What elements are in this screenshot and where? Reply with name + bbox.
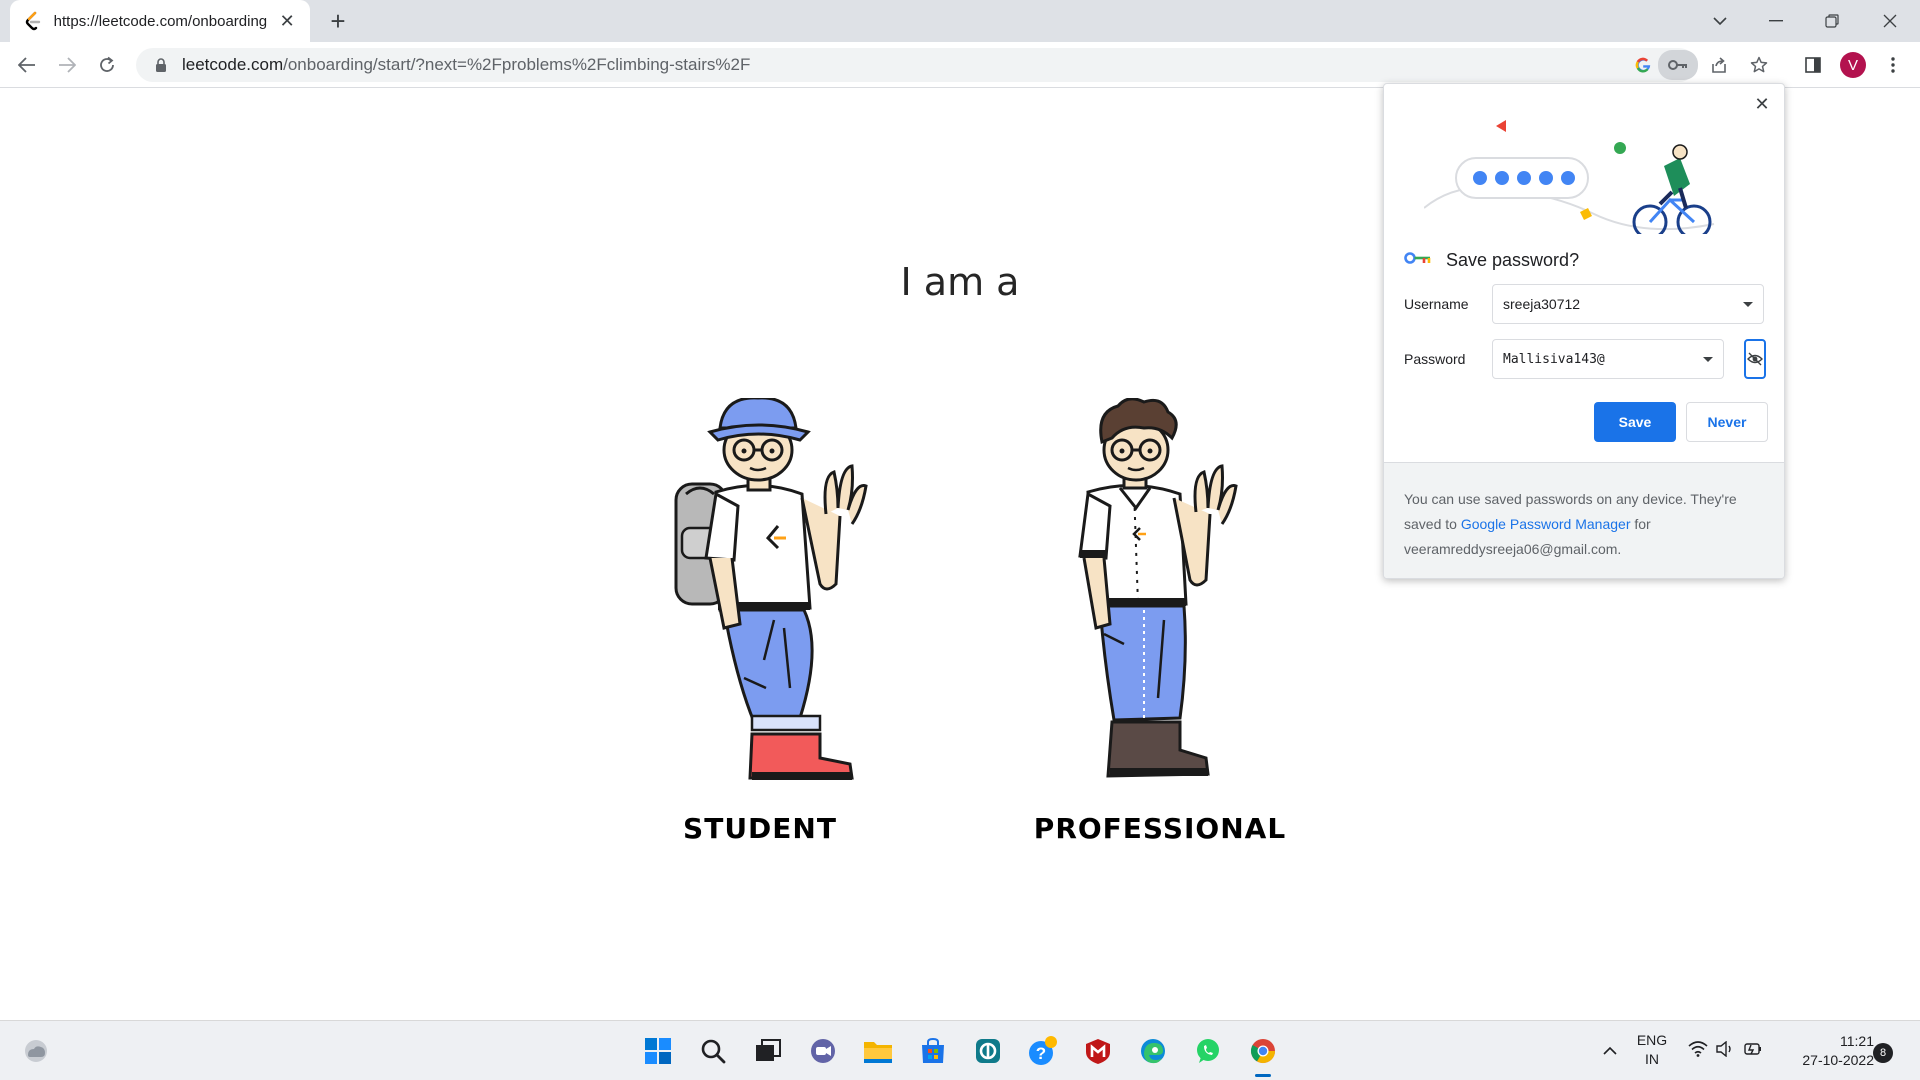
tab-title: https://leetcode.com/onboarding: [53, 12, 268, 30]
save-button[interactable]: Save: [1594, 402, 1676, 442]
teams-chat-icon[interactable]: [803, 1031, 843, 1071]
weather-widget-icon[interactable]: [16, 1031, 56, 1071]
hide-password-eye-icon[interactable]: [1744, 339, 1766, 379]
url-host: leetcode.com: [182, 55, 284, 74]
bookmark-star-icon[interactable]: [1742, 48, 1776, 82]
username-value: sreeja30712: [1503, 296, 1581, 312]
password-key-icon[interactable]: [1658, 50, 1698, 80]
password-illustration: [1424, 120, 1715, 234]
url-path: /onboarding/start/?next=%2Fproblems%2Fcl…: [283, 55, 751, 74]
microsoft-store-icon[interactable]: [913, 1031, 953, 1071]
student-option-label[interactable]: STUDENT: [590, 812, 930, 845]
google-translate-icon[interactable]: [1626, 48, 1660, 82]
share-icon[interactable]: [1702, 48, 1736, 82]
username-label: Username: [1404, 296, 1469, 312]
notification-badge[interactable]: 8: [1873, 1043, 1893, 1063]
chevron-down-icon[interactable]: [1703, 356, 1713, 362]
language-region: IN: [1645, 1051, 1659, 1067]
volume-icon[interactable]: [1716, 1040, 1734, 1062]
new-tab-button[interactable]: +: [322, 6, 354, 36]
professional-option-label[interactable]: PROFESSIONAL: [990, 812, 1330, 845]
save-password-dialog: ✕ Save password? Username sreeja30712 Pa…: [1383, 83, 1785, 579]
clock-time: 11:21: [1840, 1033, 1874, 1049]
windows-taskbar: ? ENG IN 11:21 27-10-2022 8: [0, 1020, 1920, 1080]
password-row: Password Mallisiva143@: [1404, 339, 1766, 379]
language-code: ENG: [1636, 1032, 1668, 1048]
system-tray[interactable]: [1680, 1031, 1770, 1071]
password-manager-link[interactable]: Google Password Manager: [1461, 516, 1631, 532]
minimize-icon[interactable]: [1748, 0, 1804, 42]
wifi-icon[interactable]: [1688, 1040, 1708, 1062]
search-icon[interactable]: [693, 1031, 733, 1071]
tab-search-chevron-down-icon[interactable]: [1692, 0, 1748, 42]
tab-strip: https://leetcode.com/onboarding ✕ +: [0, 0, 1920, 42]
whatsapp-icon[interactable]: [1188, 1031, 1228, 1071]
reload-icon[interactable]: [90, 48, 124, 82]
lock-icon[interactable]: [150, 54, 172, 76]
dialog-header: Save password?: [1404, 250, 1579, 271]
dialog-footer: You can use saved passwords on any devic…: [1384, 462, 1784, 578]
address-bar[interactable]: leetcode.com/onboarding/start/?next=%2Fp…: [136, 48, 1768, 82]
show-hidden-icons-chevron-up-icon[interactable]: [1590, 1031, 1630, 1071]
mcafee-icon[interactable]: [1078, 1031, 1118, 1071]
url-text: leetcode.com/onboarding/start/?next=%2Fp…: [182, 55, 750, 75]
edge-browser-icon[interactable]: [1133, 1031, 1173, 1071]
username-row: Username sreeja30712: [1404, 284, 1764, 324]
browser-toolbar: leetcode.com/onboarding/start/?next=%2Fp…: [0, 42, 1920, 88]
file-explorer-icon[interactable]: [858, 1031, 898, 1071]
never-button[interactable]: Never: [1686, 402, 1768, 442]
language-indicator[interactable]: ENG IN: [1632, 1031, 1672, 1069]
side-panel-icon[interactable]: [1796, 48, 1830, 82]
username-field[interactable]: sreeja30712: [1492, 284, 1764, 324]
footer-email: veeramreddysreeja06@gmail.com.: [1404, 541, 1622, 557]
password-field[interactable]: Mallisiva143@: [1492, 339, 1724, 379]
password-label: Password: [1404, 351, 1466, 367]
professional-illustration[interactable]: [1040, 397, 1280, 788]
clock[interactable]: 11:21 27-10-2022: [1784, 1032, 1874, 1070]
app-shield-icon[interactable]: [968, 1031, 1008, 1071]
chevron-down-icon[interactable]: [1743, 301, 1753, 307]
dialog-title: Save password?: [1446, 250, 1580, 270]
task-view-icon[interactable]: [748, 1031, 788, 1071]
footer-text-for: for: [1630, 516, 1651, 532]
close-window-icon[interactable]: [1862, 0, 1918, 42]
student-illustration[interactable]: [640, 396, 880, 788]
leetcode-favicon-icon: [22, 10, 44, 32]
back-icon[interactable]: [10, 48, 44, 82]
get-help-icon[interactable]: ?: [1023, 1031, 1063, 1071]
clock-date: 27-10-2022: [1802, 1052, 1874, 1068]
restore-icon[interactable]: [1804, 0, 1860, 42]
key-icon: [1404, 251, 1432, 270]
chrome-icon[interactable]: [1243, 1031, 1283, 1077]
browser-tab[interactable]: https://leetcode.com/onboarding ✕: [10, 0, 310, 42]
tab-close-icon[interactable]: ✕: [276, 10, 298, 32]
forward-icon[interactable]: [50, 48, 84, 82]
windows-start-icon[interactable]: [638, 1031, 678, 1071]
profile-initial: V: [1840, 52, 1866, 78]
svg-text:?: ?: [1036, 1044, 1046, 1063]
battery-icon[interactable]: [1742, 1041, 1762, 1062]
profile-avatar[interactable]: V: [1836, 48, 1870, 82]
menu-dots-icon[interactable]: [1876, 48, 1910, 82]
password-value: Mallisiva143@: [1503, 351, 1605, 367]
